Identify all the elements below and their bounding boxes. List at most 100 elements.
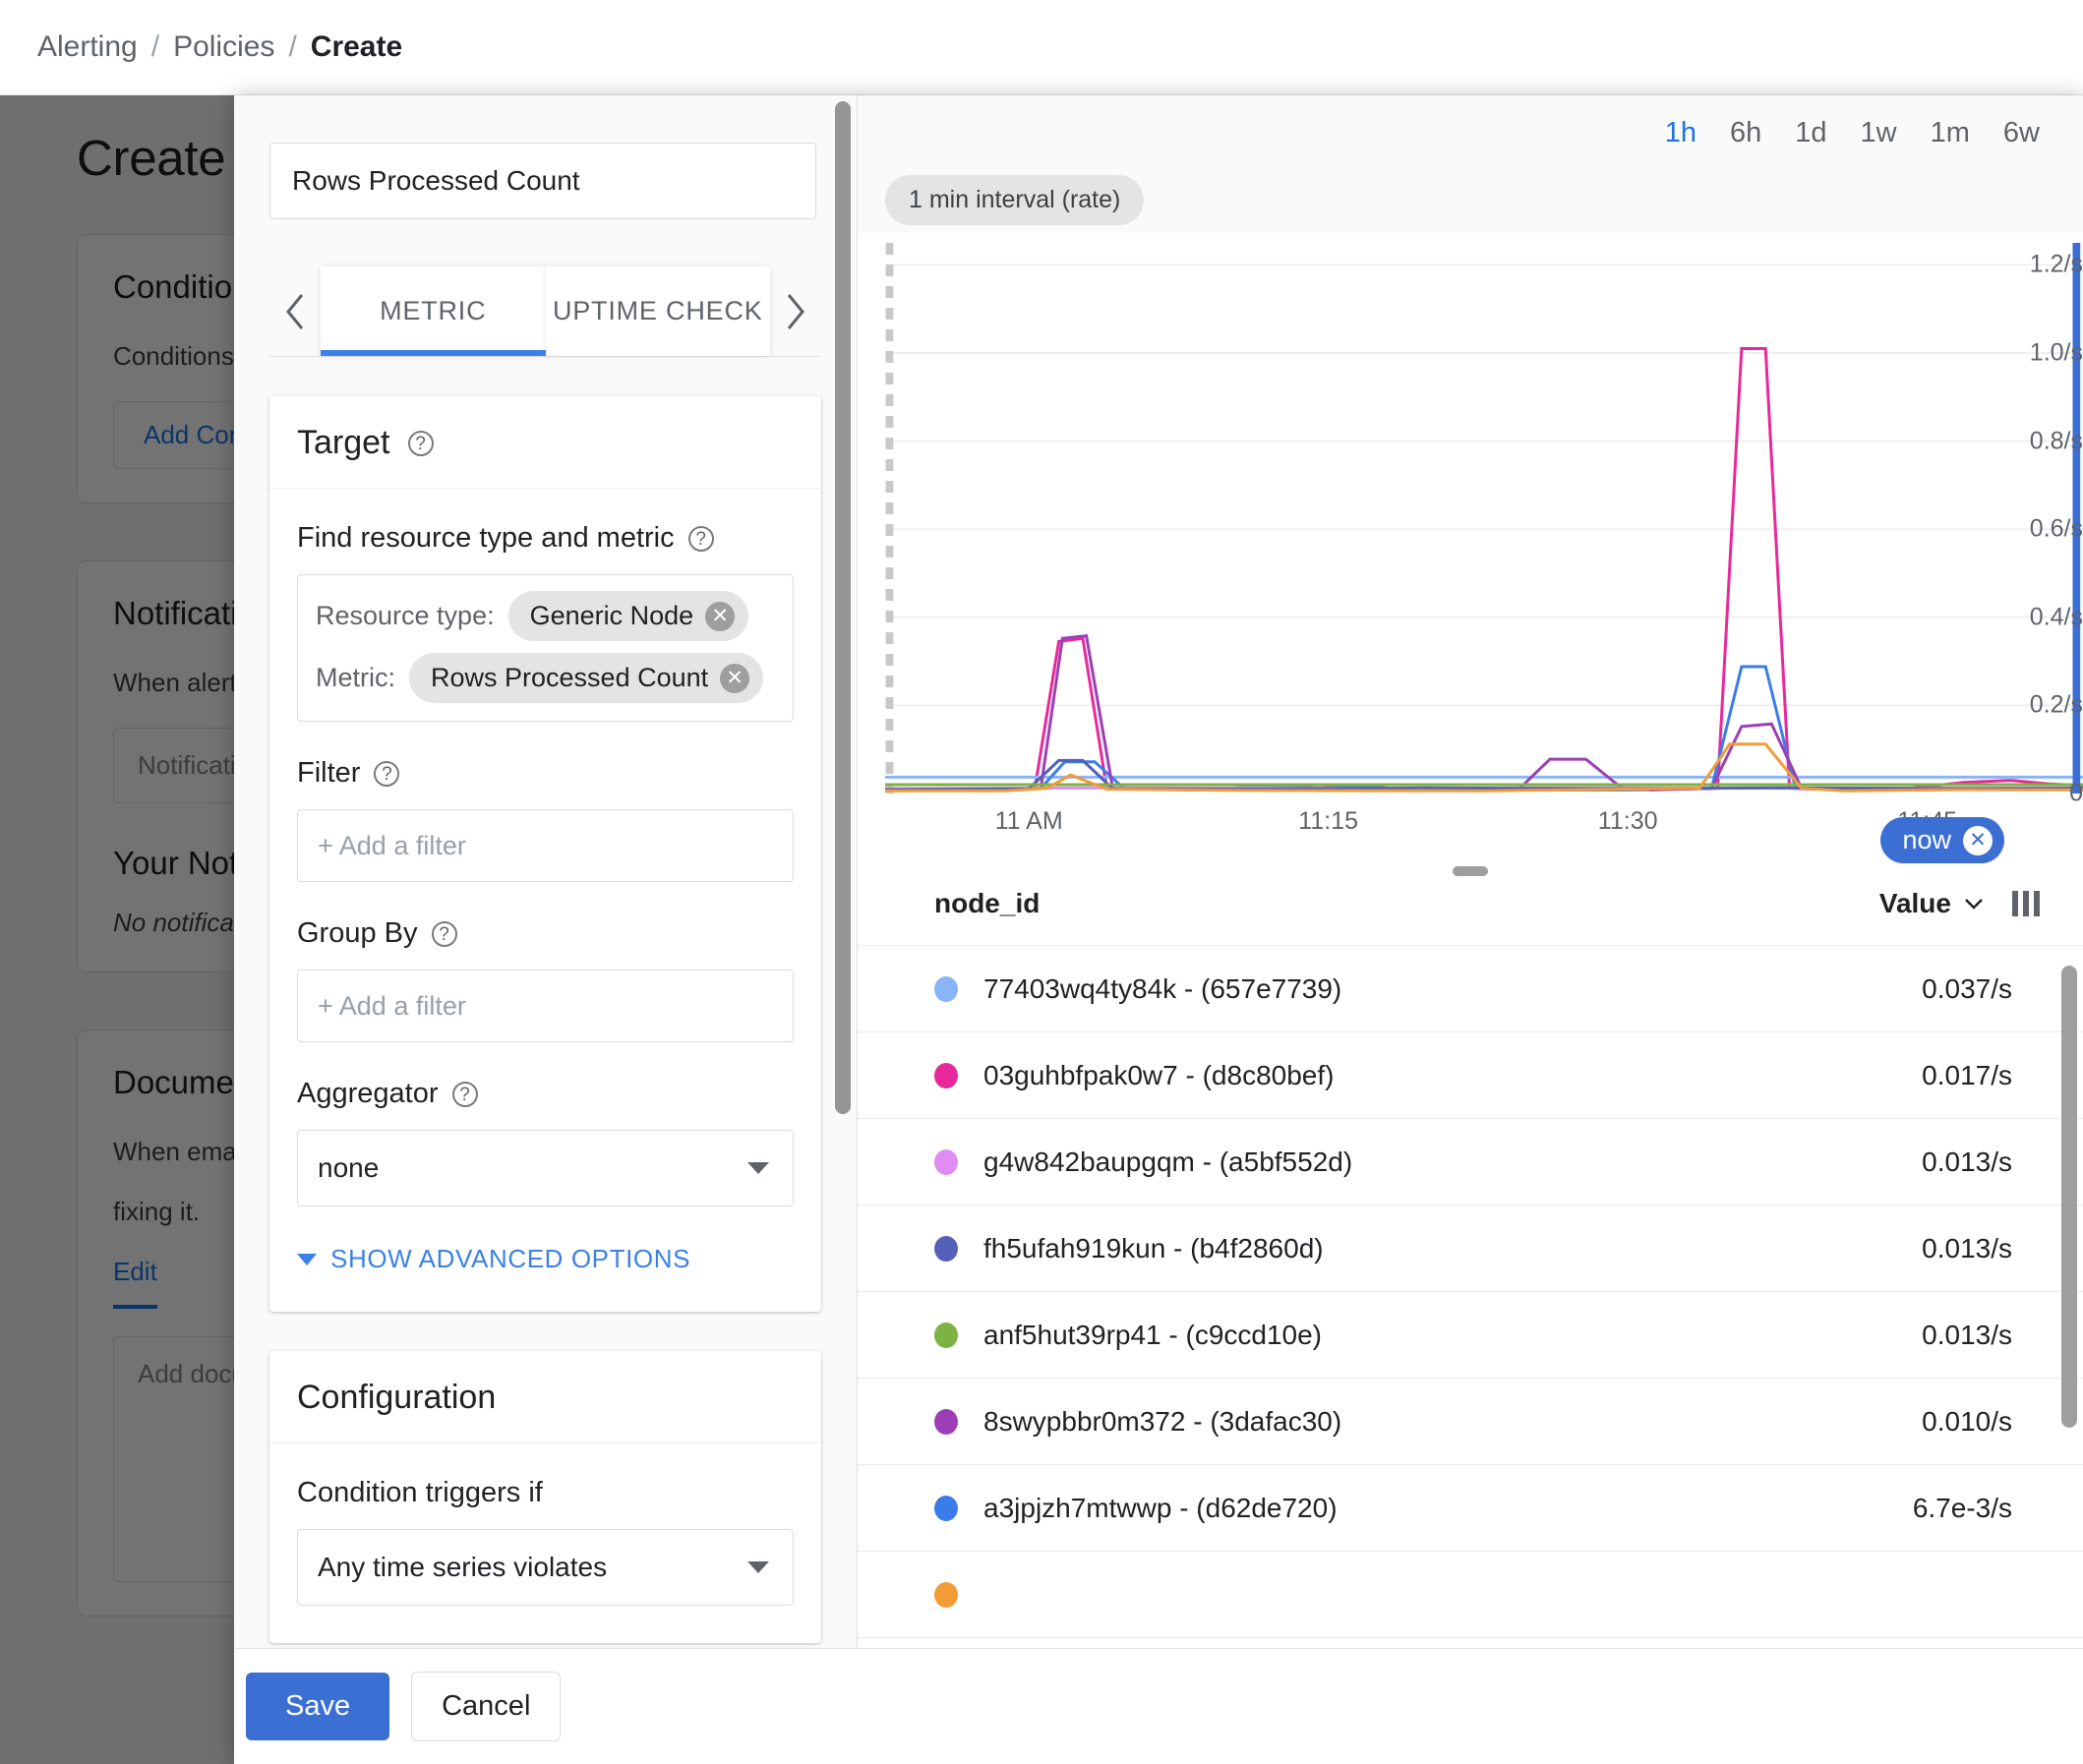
row-node-id: fh5ufah919kun - (b4f2860d) (983, 1232, 1324, 1264)
chevron-down-icon (1965, 899, 1983, 910)
condition-trigger-value: Any time series violates (318, 1552, 608, 1582)
chevron-down-icon (747, 1561, 769, 1573)
aggregator-select[interactable]: none (297, 1130, 794, 1206)
table-row[interactable]: fh5ufah919kun - (b4f2860d) 0.013/s (858, 1205, 2083, 1292)
resource-type-chip-label: Generic Node (529, 601, 694, 630)
save-button[interactable]: Save (246, 1673, 390, 1740)
target-card: Target ? Find resource type and metric ?… (269, 396, 821, 1312)
series-table-header: node_id Value (858, 862, 2083, 946)
columns-icon[interactable] (2012, 891, 2040, 916)
metric-chip-label: Rows Processed Count (431, 663, 709, 692)
show-advanced-options-label: SHOW ADVANCED OPTIONS (330, 1244, 691, 1273)
time-range-6w[interactable]: 6w (2003, 117, 2040, 149)
tab-metric[interactable]: METRIC (321, 266, 546, 356)
chevron-down-icon (747, 1162, 769, 1174)
table-row[interactable]: g4w842baupgqm - (a5bf552d) 0.013/s (858, 1119, 2083, 1205)
configuration-card-header: Configuration (269, 1351, 821, 1443)
time-range-1w[interactable]: 1w (1861, 117, 1897, 149)
close-icon[interactable]: ✕ (720, 663, 750, 693)
chevron-left-icon[interactable] (269, 266, 321, 356)
row-value: 0.013/s (1922, 1319, 2012, 1350)
chart-svg (885, 243, 2083, 794)
interval-row: 1 min interval (rate) (858, 149, 2040, 233)
y-axis-tick-label: 0.2/s (2029, 690, 2083, 719)
row-node-id: a3jpjzh7mtwwp - (d62de720) (983, 1492, 1338, 1523)
breadcrumb-separator: / (150, 30, 160, 63)
y-axis-tick-label: 1.0/s (2029, 338, 2083, 367)
series-color-dot (934, 1235, 958, 1262)
close-icon[interactable]: ✕ (1963, 825, 1993, 855)
scrollbar-thumb[interactable] (835, 101, 851, 1114)
row-value: 0.013/s (1922, 1146, 2012, 1177)
help-icon[interactable]: ? (451, 1081, 478, 1107)
cancel-button[interactable]: Cancel (411, 1672, 562, 1741)
condition-trigger-select[interactable]: Any time series violates (297, 1529, 794, 1606)
series-color-dot (934, 975, 958, 1002)
group-by-label: Group By (297, 917, 418, 949)
target-card-header: Target ? (269, 396, 821, 489)
filter-input[interactable] (297, 809, 794, 882)
resize-grip[interactable] (1453, 866, 1488, 876)
group-by-input[interactable] (297, 970, 794, 1042)
show-advanced-options-link[interactable]: SHOW ADVANCED OPTIONS (297, 1244, 794, 1274)
table-row[interactable]: a3jpjzh7mtwwp - (d62de720) 6.7e-3/s (858, 1465, 2083, 1552)
dialog-right-pane: 1h 6h 1d 1w 1m 6w 1 min interval (rate) … (858, 95, 2083, 1764)
filter-label: Filter (297, 757, 361, 789)
series-color-dot (934, 1495, 958, 1521)
x-axis-tick-label: 11:15 (1298, 807, 1359, 835)
x-axis-tick-label: 11 AM (994, 807, 1063, 835)
resource-metric-picker[interactable]: Resource type: Generic Node ✕ Metric: Ro… (297, 574, 794, 722)
now-badge[interactable]: now ✕ (1880, 817, 2004, 863)
table-scrollbar[interactable] (2061, 966, 2077, 1428)
row-value: 6.7e-3/s (1912, 1492, 2012, 1523)
help-icon[interactable]: ? (407, 430, 434, 456)
help-icon[interactable]: ? (687, 525, 714, 552)
row-node-id: g4w842baupgqm - (a5bf552d) (983, 1146, 1353, 1177)
help-icon[interactable]: ? (431, 920, 457, 947)
condition-name-input[interactable] (269, 143, 816, 219)
breadcrumb-separator: / (288, 30, 297, 63)
y-axis-tick-label: 0.6/s (2029, 514, 2083, 543)
row-value: 0.037/s (1922, 972, 2012, 1004)
column-header-value-label: Value (1878, 888, 1951, 918)
target-heading: Target (297, 424, 390, 461)
table-row[interactable]: anf5hut39rp41 - (c9ccd10e) 0.013/s (858, 1292, 2083, 1379)
breadcrumb-item-policies[interactable]: Policies (173, 30, 274, 64)
table-row[interactable] (858, 1552, 2083, 1638)
close-icon[interactable]: ✕ (705, 601, 736, 631)
x-axis-tick-label: 11:30 (1597, 807, 1658, 835)
row-value: 0.013/s (1922, 1232, 2012, 1264)
series-table-body: 77403wq4ty84k - (657e7739) 0.037/s 03guhbf… (858, 946, 2083, 1764)
time-range-1h[interactable]: 1h (1665, 117, 1696, 149)
chart-container: 0 0.2/s 0.4/s 0.6/s 0.8/s 1.0/s 1.2/s 11 AM 11:… (858, 233, 2083, 863)
series-color-dot (934, 1062, 958, 1088)
aggregator-label-row: Aggregator ? (297, 1078, 794, 1110)
chevron-right-icon[interactable] (770, 266, 821, 356)
breadcrumb-item-alerting[interactable]: Alerting (37, 30, 138, 64)
chevron-down-icon (297, 1253, 317, 1265)
dialog-tabs: METRIC UPTIME CHECK (269, 266, 821, 357)
column-header-node-id[interactable]: node_id (934, 888, 1879, 919)
metric-label: Metric: (316, 663, 395, 692)
resource-type-row: Resource type: Generic Node ✕ (316, 591, 775, 641)
time-range-6h[interactable]: 6h (1730, 117, 1761, 149)
tab-uptime-check[interactable]: UPTIME CHECK (545, 266, 770, 356)
column-header-value[interactable]: Value (1879, 888, 1985, 919)
dialog-left-pane: METRIC UPTIME CHECK Target ? Find resour… (234, 95, 858, 1764)
time-range-selector: 1h 6h 1d 1w 1m 6w (858, 117, 2040, 149)
table-row[interactable]: 77403wq4ty84k - (657e7739) 0.037/s (858, 946, 2083, 1032)
chart-plot[interactable]: 0 0.2/s 0.4/s 0.6/s 0.8/s 1.0/s 1.2/s (885, 243, 2083, 807)
time-range-1m[interactable]: 1m (1931, 117, 1970, 149)
left-pane-scrollbar[interactable] (835, 101, 851, 1758)
table-row[interactable]: 03guhbfpak0w7 - (d8c80bef) 0.017/s (858, 1032, 2083, 1119)
resource-type-chip[interactable]: Generic Node ✕ (507, 591, 749, 641)
table-row[interactable]: 8swypbbr0m372 - (3dafac30) 0.010/s (858, 1379, 2083, 1465)
group-by-label-row: Group By ? (297, 917, 794, 950)
help-icon[interactable]: ? (374, 760, 400, 787)
row-node-id: anf5hut39rp41 - (c9ccd10e) (983, 1319, 1322, 1350)
dialog-footer: Save Cancel (234, 1648, 2083, 1764)
metric-chip[interactable]: Rows Processed Count ✕ (409, 653, 764, 703)
breadcrumb-item-create: Create (310, 30, 403, 63)
time-range-1d[interactable]: 1d (1795, 117, 1826, 149)
filter-label-row: Filter ? (297, 757, 794, 790)
